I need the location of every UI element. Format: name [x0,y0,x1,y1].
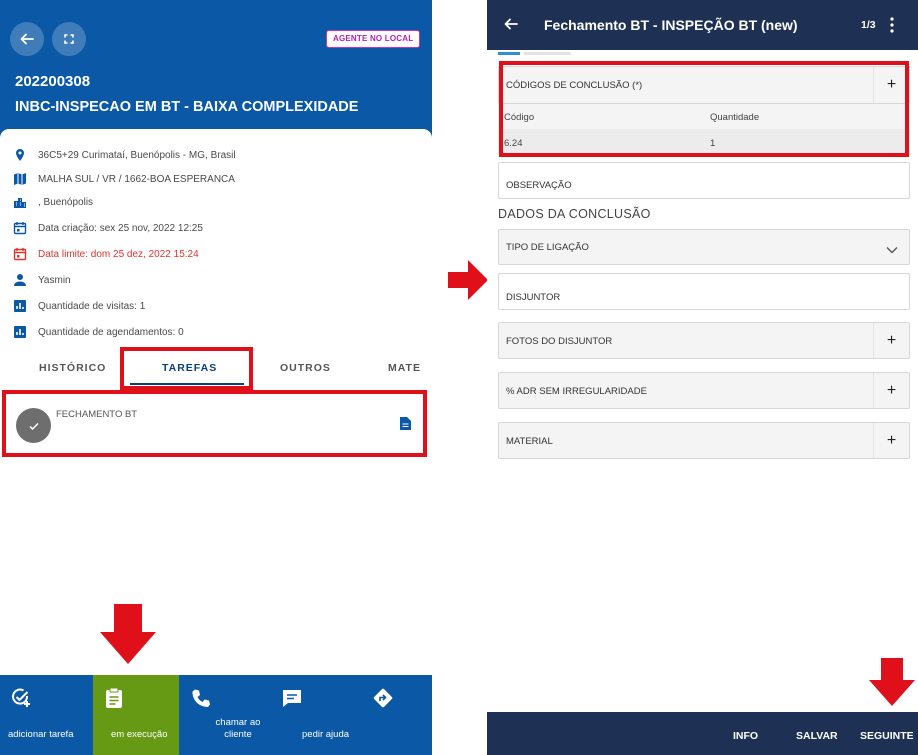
directions-button[interactable] [362,675,432,755]
network-text: MALHA SUL / VR / 1662-BOA ESPERANCA [38,173,235,185]
city-text: , Buenópolis [38,196,94,208]
more-menu-button[interactable] [890,17,894,38]
add-adr-button[interactable]: + [873,373,909,408]
order-header: AGENTE NO LOCAL 202200308 INBC-INSPECAO … [0,0,432,145]
fullscreen-icon [64,34,74,44]
add-task-button[interactable]: adicionar tarefa [0,675,92,755]
call-client-label: chamar ao cliente [215,717,261,740]
location-pin-icon [12,148,27,163]
map-icon [12,172,27,187]
more-vertical-icon [890,17,894,33]
in-execution-label: em execução [111,729,168,740]
in-execution-button[interactable]: em execução [93,675,179,755]
info-visits: Quantidade de visitas: 1 [12,297,145,315]
left-phone-screen: AGENTE NO LOCAL 202200308 INBC-INSPECAO … [0,0,432,755]
bottom-action-bar: adicionar tarefa em execução chamar ao c… [0,675,432,755]
created-date-text: Data criação: sex 25 nov, 2022 12:25 [38,222,203,234]
task-row-highlight [2,390,427,457]
chevron-down-icon [885,242,899,260]
tab-historico[interactable]: HISTÓRICO [39,362,106,374]
directions-icon [372,687,394,709]
user-name-text: Yasmin [38,274,71,286]
tab-outros[interactable]: OUTROS [280,362,331,374]
step-indicator-1 [498,52,520,55]
arrow-left-icon [20,33,34,45]
ask-help-button[interactable]: pedir ajuda [271,675,361,755]
info-created: Data criação: sex 25 nov, 2022 12:25 [12,219,203,237]
tipo-ligacao-select[interactable]: TIPO DE LIGAÇÃO [498,229,910,265]
add-photo-button[interactable]: + [873,323,909,358]
material-section[interactable]: MATERIAL + [498,422,910,459]
fotos-disjuntor-label: FOTOS DO DISJUNTOR [506,336,613,347]
person-icon [12,273,27,288]
info-deadline: Data limite: dom 25 dez, 2022 15:24 [12,245,199,263]
fotos-disjuntor-section[interactable]: FOTOS DO DISJUNTOR + [498,322,910,359]
adr-section[interactable]: % ADR SEM IRREGULARIDADE + [498,372,910,409]
tarefas-tab-highlight [120,347,253,390]
observacao-field[interactable]: OBSERVAÇÃO [498,162,910,199]
ask-help-label: pedir ajuda [302,729,350,740]
next-button[interactable]: SEGUINTE [860,730,914,742]
agent-on-site-badge[interactable]: AGENTE NO LOCAL [326,30,421,48]
fullscreen-button[interactable] [52,22,86,56]
order-title: INBC-INSPECAO EM BT - BAIXA COMPLEXIDADE [15,99,359,115]
right-phone-screen: Fechamento BT - INSPEÇÃO BT (new) 1/3 CÓ… [487,0,918,755]
add-task-icon [10,687,32,709]
info-network: MALHA SUL / VR / 1662-BOA ESPERANCA [12,170,235,188]
phone-icon [190,687,212,709]
deadline-date-text: Data limite: dom 25 dez, 2022 15:24 [38,248,199,260]
red-arrow-down-left [100,604,156,664]
arrow-left-icon [504,18,518,30]
chat-icon [281,687,303,709]
info-city: , Buenópolis [12,193,93,211]
order-number: 202200308 [15,73,91,90]
calendar-alert-icon [12,247,27,262]
back-button[interactable] [10,22,44,56]
adr-label: % ADR SEM IRREGULARIDADE [506,386,647,397]
address-text: 36C5+29 Curimataí, Buenópolis - MG, Bras… [38,149,236,161]
tipo-ligacao-label: TIPO DE LIGAÇÃO [506,242,589,253]
tab-materiais[interactable]: MATE [388,362,421,374]
form-topbar: Fechamento BT - INSPEÇÃO BT (new) 1/3 [487,0,918,50]
form-back-button[interactable] [503,16,519,37]
add-material-button[interactable]: + [873,423,909,458]
form-title: Fechamento BT - INSPEÇÃO BT (new) [544,17,798,33]
schedules-count-text: Quantidade de agendamentos: 0 [38,326,184,338]
codes-highlight [499,61,909,157]
info-schedules: Quantidade de agendamentos: 0 [12,323,184,341]
disjuntor-field[interactable]: DISJUNTOR [498,273,910,310]
clipboard-icon [103,687,125,709]
conclusion-data-heading: DADOS DA CONCLUSÃO [498,207,651,221]
info-address: 36C5+29 Curimataí, Buenópolis - MG, Bras… [12,146,236,164]
step-indicator-2 [524,52,571,55]
call-client-button[interactable]: chamar ao cliente [180,675,270,755]
visits-count-text: Quantidade de visitas: 1 [38,300,146,312]
city-icon [12,195,27,210]
save-button[interactable]: SALVAR [796,730,838,742]
add-task-label: adicionar tarefa [8,729,74,740]
bar-chart-icon [12,299,27,314]
form-bottom-bar: INFO SALVAR SEGUINTE [487,712,918,755]
red-arrow-down-right [869,658,915,706]
form-page-indicator: 1/3 [861,19,876,31]
red-arrow-right [448,260,488,300]
info-button[interactable]: INFO [733,730,758,742]
info-user: Yasmin [12,271,71,289]
material-label: MATERIAL [506,436,553,447]
observacao-label: OBSERVAÇÃO [506,180,572,191]
bar-chart-icon [12,325,27,340]
disjuntor-label: DISJUNTOR [506,292,561,303]
calendar-icon [12,221,27,236]
